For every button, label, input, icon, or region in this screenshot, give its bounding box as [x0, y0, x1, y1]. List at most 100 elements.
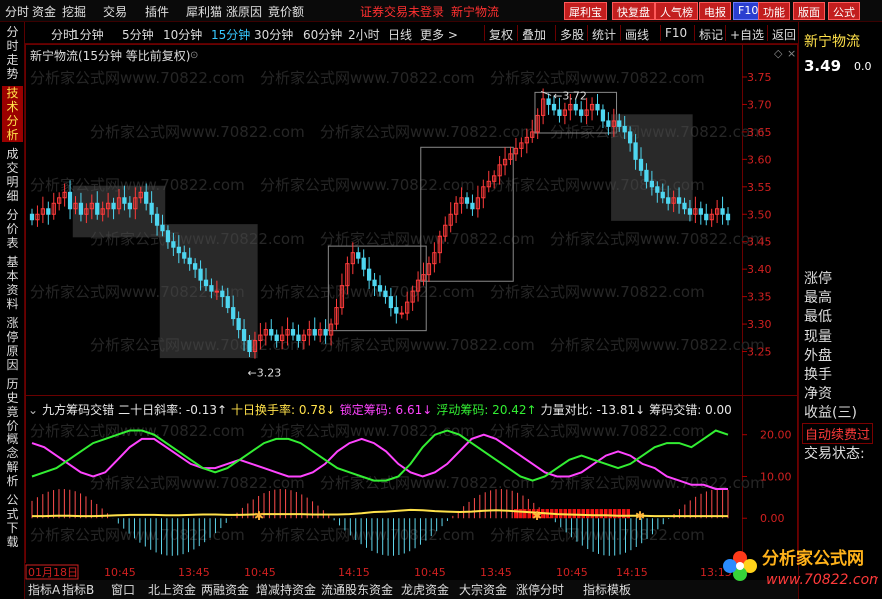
- candle: [95, 202, 100, 215]
- time-axis-label: 01月18日: [28, 566, 78, 579]
- candle: [383, 290, 388, 298]
- indicator-value: 锁定筹码: 6.61↓: [339, 403, 433, 417]
- indicator-signal-block: [604, 509, 608, 519]
- candle: [720, 208, 725, 215]
- candle: [633, 142, 638, 160]
- candle: [165, 230, 171, 243]
- candle: [144, 191, 149, 204]
- indicator-signal-block: [622, 509, 626, 519]
- signal-person-icon: ✱: [635, 509, 645, 523]
- bottom-tab[interactable]: 指标模板: [583, 582, 631, 597]
- watermark-text: 分析家公式网www.70822.com: [90, 123, 305, 141]
- candle: [627, 131, 633, 144]
- indicator-signal-block: [617, 509, 621, 519]
- watermark-text: 分析家公式网www.70822.com: [30, 69, 245, 87]
- candle: [296, 334, 301, 342]
- bottom-tab[interactable]: 指标B: [62, 582, 94, 597]
- candle: [149, 202, 154, 215]
- candle: [247, 340, 252, 353]
- watermark-text: 分析家公式网www.70822.com: [320, 474, 535, 492]
- candle: [655, 186, 660, 193]
- candle: [470, 202, 475, 210]
- candle: [220, 290, 225, 298]
- time-axis-label: 10:45: [414, 566, 446, 579]
- candle: [241, 329, 247, 342]
- candle: [638, 158, 644, 171]
- candle: [46, 208, 51, 215]
- candle: [122, 197, 127, 204]
- right-panel: 新宁物流 3.49 0.0 涨停 最高 最低 现量 外盘 换手 净资 收益(三) 自动续费过 交易…: [798, 22, 882, 599]
- bottom-tab[interactable]: 涨停分时: [516, 582, 564, 597]
- candle: [704, 213, 709, 221]
- indicator-y-tick-label: 10.00: [760, 470, 792, 483]
- candle: [377, 285, 383, 292]
- indicator-signal-block: [595, 509, 599, 519]
- candle: [372, 279, 377, 287]
- signal-person-icon: ✱: [532, 509, 542, 523]
- candle: [111, 202, 116, 210]
- watermark-text: 分析家公式网www.70822.com: [90, 474, 305, 492]
- candle: [356, 252, 361, 259]
- candle: [127, 202, 133, 210]
- bottom-tab[interactable]: 流通股东资金: [321, 582, 393, 597]
- indicator-signal-block: [581, 509, 585, 519]
- time-axis-label: 10:45: [104, 566, 136, 579]
- chart-canvas: 分析家公式网www.70822.com 分析家公式网www.70822.com 分析…: [25, 44, 798, 599]
- candle: [290, 329, 296, 336]
- candle: [171, 241, 176, 248]
- candle: [573, 103, 578, 111]
- candle: [231, 307, 236, 320]
- indicator-value: 浮动筹码: 20.42↑: [436, 403, 537, 417]
- bottom-tab[interactable]: 龙虎资金: [401, 582, 449, 597]
- watermark-text: 分析家公式网www.70822.com: [320, 336, 535, 354]
- candle: [160, 224, 165, 232]
- indicator-name[interactable]: 九方筹码交错: [42, 403, 114, 417]
- y-tick-label: 3.35: [747, 291, 772, 304]
- candle: [600, 109, 606, 122]
- watermark-text: 分析家公式网www.70822.com: [550, 336, 765, 354]
- candle: [622, 125, 627, 133]
- bottom-tab[interactable]: 两融资金: [201, 582, 249, 597]
- chart-close-icon: ×: [787, 47, 796, 60]
- watermark-text: 分析家公式网www.70822.com: [490, 422, 705, 440]
- indicator-value: 二十日斜率: -0.13↑: [118, 403, 228, 417]
- quote-change: 0.0: [854, 60, 872, 73]
- logo-flower-icon: [723, 551, 757, 581]
- bottom-tab[interactable]: 增减持资金: [256, 582, 316, 597]
- quote-field-label: 最高: [804, 290, 832, 306]
- candle: [682, 202, 687, 210]
- bottom-tab[interactable]: 北上资金: [148, 582, 196, 597]
- candle: [312, 329, 317, 336]
- quote-stock-name[interactable]: 新宁物流: [804, 31, 860, 51]
- trade-status-label: 交易状态:: [804, 446, 865, 462]
- candle: [225, 296, 230, 309]
- y-tick-label: 3.50: [747, 208, 772, 221]
- indicator-signal-block: [527, 509, 531, 519]
- indicator-signal-block: [613, 509, 617, 519]
- candle: [464, 197, 470, 204]
- candle: [323, 329, 328, 336]
- auto-renew-link[interactable]: 自动续费过: [802, 423, 874, 444]
- candle: [269, 329, 274, 336]
- candle: [236, 318, 241, 331]
- indicator-signal-block: [577, 509, 581, 519]
- candle: [595, 103, 600, 111]
- candle: [67, 191, 73, 210]
- candle: [361, 257, 366, 270]
- candle: [192, 263, 198, 270]
- logo-title: 分析家公式网: [762, 548, 864, 569]
- indicator-signal-block: [523, 509, 527, 519]
- quote-field-label: 换手: [804, 367, 832, 383]
- time-axis-label: 10:45: [556, 566, 588, 579]
- candle: [154, 213, 160, 226]
- candle: [187, 257, 192, 265]
- bottom-tab[interactable]: 窗口: [111, 583, 135, 597]
- bottom-tab[interactable]: 大宗资金: [459, 582, 507, 597]
- y-tick-label: 3.30: [747, 318, 772, 331]
- indicator-dropdown-icon[interactable]: ⌄: [28, 403, 38, 417]
- time-axis-label: 10:45: [244, 566, 276, 579]
- quote-field-label: 净资: [804, 386, 832, 402]
- bottom-tab[interactable]: 指标A: [28, 582, 61, 597]
- candle: [399, 312, 404, 315]
- watermark-text: 分析家公式网www.70822.com: [550, 230, 765, 248]
